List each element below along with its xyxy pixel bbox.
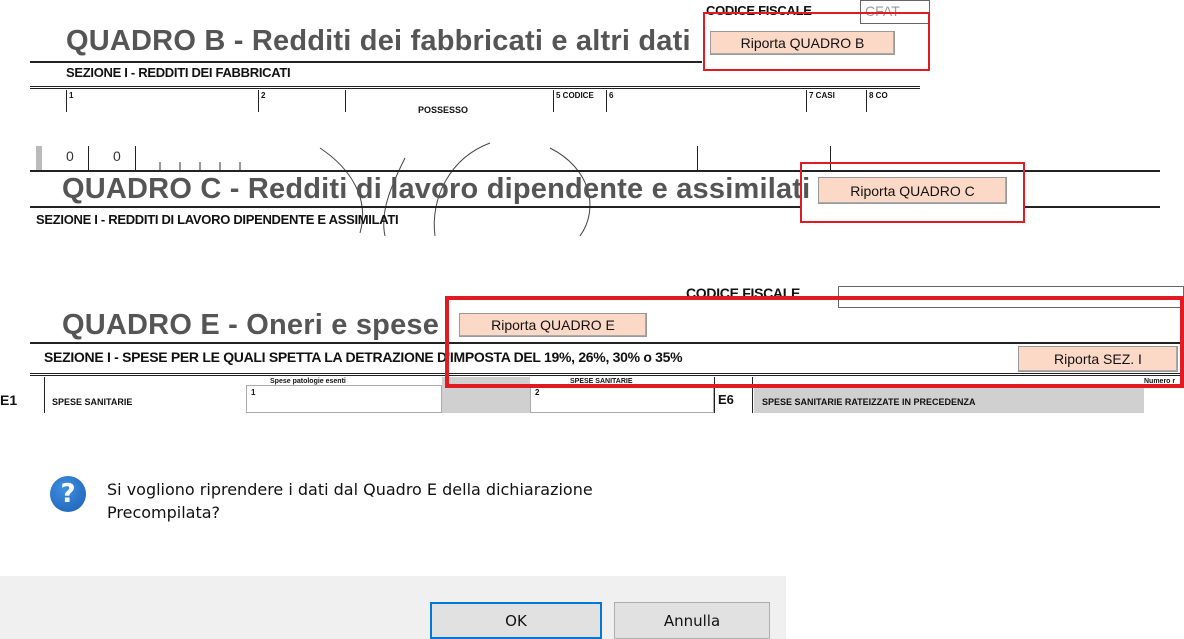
quadro-b-title: QUADRO B - Redditi dei fabbricati e altr…	[66, 25, 691, 57]
cancel-button[interactable]: Annulla	[614, 602, 770, 639]
highlight-box-quadro-c	[800, 162, 1025, 223]
col-6-label: 6	[609, 91, 614, 100]
divider	[1025, 206, 1160, 208]
column-divider	[806, 90, 807, 112]
dialog-message-line-1: Si vogliono riprendere i dati dal Quadro…	[107, 480, 593, 499]
highlight-box-quadro-b	[703, 12, 930, 71]
row-value-1: 0	[113, 148, 121, 164]
highlight-box-quadro-e	[445, 296, 1184, 388]
col-codice-label: 5 CODICE	[556, 91, 594, 100]
row-value-0: 0	[66, 148, 74, 164]
divider	[30, 88, 920, 89]
column-divider	[697, 146, 698, 170]
quadro-c-title: QUADRO C - Redditi di lavoro dipendente …	[62, 173, 811, 205]
quadro-c-section-title: SEZIONE I - REDDITI DI LAVORO DIPENDENTE…	[36, 212, 399, 227]
e6-label: SPESE SANITARIE RATEIZZATE IN PRECEDENZA	[762, 397, 976, 407]
col-possesso-label: POSSESSO	[418, 105, 469, 115]
column-divider	[135, 146, 136, 170]
quadro-b-section-title: SEZIONE I - REDDITI DEI FABBRICATI	[66, 65, 291, 80]
row-shade	[36, 146, 42, 170]
quadro-e-title: QUADRO E - Oneri e spese	[62, 309, 440, 341]
column-divider	[606, 90, 607, 112]
field-2-label: 2	[535, 388, 540, 397]
col-patologie-label: Spese patologie esenti	[270, 378, 346, 385]
col-casi-label: 7 CASI	[809, 91, 835, 100]
ok-button[interactable]: OK	[430, 602, 602, 639]
column-divider	[44, 377, 45, 413]
column-divider	[66, 90, 67, 112]
field-1-label: 1	[251, 388, 256, 397]
divider	[30, 206, 800, 208]
dialog-message-line-2: Precompilata?	[107, 503, 221, 522]
patologie-esenti-input[interactable]: 1	[246, 385, 442, 413]
column-divider	[345, 90, 346, 112]
row-code-e1: E1	[0, 392, 18, 408]
row-label-spese-sanitarie: SPESE SANITARIE	[52, 397, 133, 407]
column-divider	[258, 90, 259, 112]
col-2-label: 2	[261, 91, 266, 100]
column-divider	[553, 90, 554, 112]
column-divider	[866, 90, 867, 112]
row-code-e6: E6	[718, 392, 734, 407]
col-8-label: 8 CO	[869, 91, 888, 100]
col-1-label: 1	[69, 91, 74, 100]
question-icon: ?	[50, 476, 86, 512]
divider	[30, 86, 920, 87]
spese-sanitarie-input[interactable]: 2	[530, 385, 714, 413]
column-divider	[88, 146, 89, 170]
divider	[30, 61, 702, 63]
